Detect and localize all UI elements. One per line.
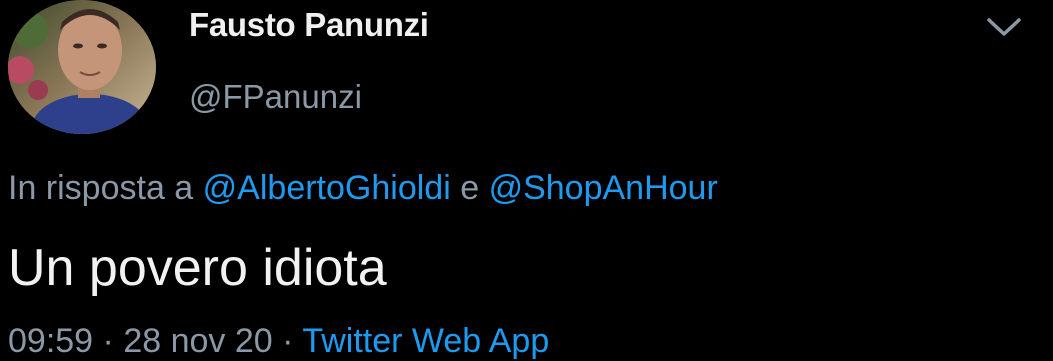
reply-conjunction: e <box>460 169 480 207</box>
tweet-date[interactable]: 28 nov 20 <box>123 322 272 360</box>
tweet-source-link[interactable]: Twitter Web App <box>302 322 549 360</box>
mention-link[interactable]: @AlbertoGhioldi <box>203 169 451 207</box>
reply-context: In risposta a @AlbertoGhioldi e @ShopAnH… <box>8 169 718 208</box>
author-handle[interactable]: @FPanunzi <box>189 78 362 116</box>
tweet-meta: 09:59 · 28 nov 20 · Twitter Web App <box>8 322 549 361</box>
tweet-text: Un povero idiota <box>8 239 387 297</box>
tweet-time[interactable]: 09:59 <box>8 322 93 360</box>
chevron-down-icon <box>987 18 1021 36</box>
meta-separator: · <box>102 322 114 360</box>
reply-prefix: In risposta a <box>8 169 194 207</box>
more-options-button[interactable] <box>983 10 1025 44</box>
mention-link[interactable]: @ShopAnHour <box>489 169 718 207</box>
meta-separator: · <box>282 322 294 360</box>
avatar[interactable] <box>8 0 156 134</box>
author-display-name[interactable]: Fausto Panunzi <box>189 6 429 44</box>
avatar-photo <box>8 0 156 134</box>
